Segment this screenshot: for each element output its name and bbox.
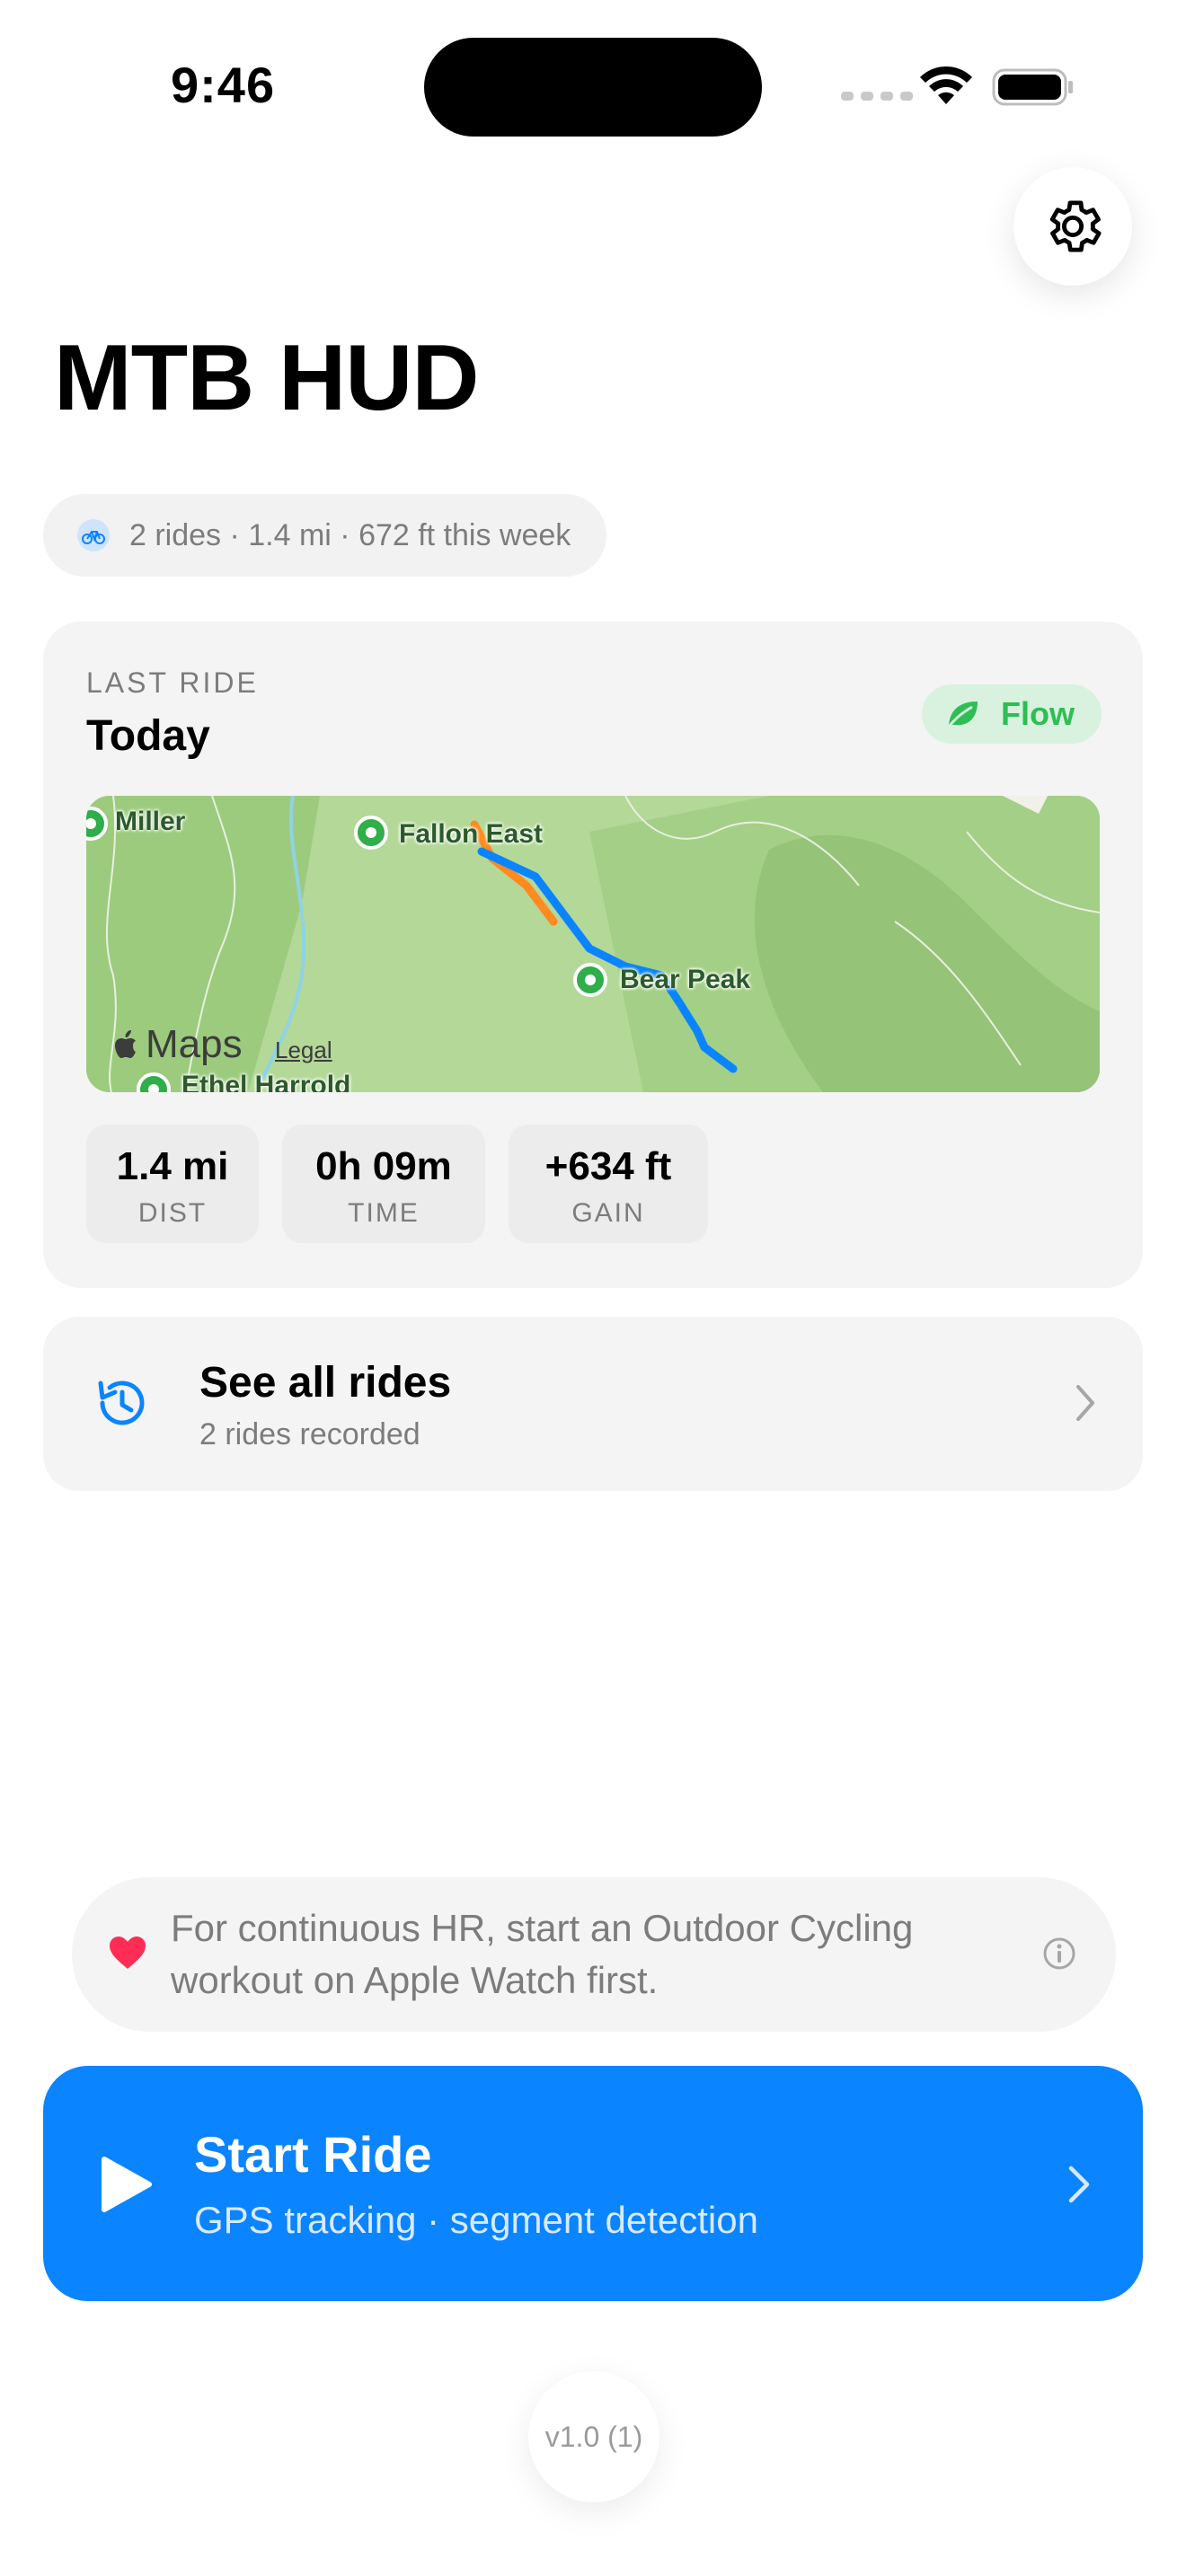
stat-time: 0h 09m TIME (282, 1125, 485, 1243)
play-icon (102, 2157, 152, 2212)
see-all-rides-subtitle: 2 rides recorded (199, 1417, 420, 1451)
hr-tip-text: For continuous HR, start an Outdoor Cycl… (171, 1907, 914, 2001)
ride-map[interactable]: Miller Fallon East Bear Peak Ethel Harro… (86, 796, 1100, 1092)
page-title: MTB HUD (54, 326, 479, 430)
map-place-fallon-east: Fallon East (399, 819, 544, 849)
version-badge: v1.0 (1) (528, 2371, 659, 2502)
leaf-icon (947, 701, 978, 728)
heart-icon (110, 1936, 146, 1969)
weekly-summary-pill: 2 rides · 1.4 mi · 672 ft this week (43, 494, 607, 577)
battery-icon (992, 68, 1073, 106)
see-all-rides-title: See all rides (199, 1359, 452, 1407)
map-pin[interactable] (573, 963, 607, 997)
weekly-summary-text: 2 rides · 1.4 mi · 672 ft this week (129, 517, 571, 552)
status-time: 9:46 (171, 57, 276, 113)
stat-label: DIST (137, 1198, 208, 1228)
dynamic-island (424, 38, 762, 137)
stat-value: +634 ft (544, 1144, 672, 1188)
map-place-ethel-harrold: Ethel Harrold (181, 1071, 351, 1092)
stat-gain: +634 ft GAIN (509, 1125, 708, 1243)
chevron-right-icon (1068, 2166, 1090, 2203)
last-ride-date: Today (86, 712, 210, 760)
info-icon[interactable] (1042, 1936, 1076, 1971)
stat-distance: 1.4 mi DIST (86, 1125, 259, 1243)
map-legal-link[interactable]: Legal (275, 1037, 332, 1064)
bicycle-icon (77, 519, 110, 551)
history-icon (98, 1381, 145, 1425)
start-ride-title: Start Ride (194, 2126, 432, 2183)
map-pin[interactable] (354, 816, 388, 850)
last-ride-label: LAST RIDE (86, 666, 259, 699)
apple-logo-icon (115, 1030, 136, 1058)
stat-value: 1.4 mi (116, 1144, 229, 1188)
settings-button[interactable] (1013, 167, 1132, 286)
maps-brand-text: Maps (146, 1022, 243, 1066)
flow-badge: Flow (922, 684, 1102, 744)
start-ride-button[interactable] (43, 2066, 1143, 2301)
stat-label: TIME (348, 1198, 420, 1228)
gear-icon (1049, 200, 1102, 252)
chevron-right-icon (1076, 1385, 1094, 1421)
cellular-icon (841, 92, 913, 101)
start-ride-subtitle: GPS tracking · segment detection (194, 2199, 758, 2241)
map-place-bear-peak: Bear Peak (620, 965, 751, 994)
wifi-icon (920, 66, 972, 104)
stat-value: 0h 09m (315, 1144, 452, 1188)
flow-badge-label: Flow (1001, 695, 1075, 732)
stat-label: GAIN (571, 1198, 645, 1228)
maps-logo: Maps (113, 1022, 243, 1067)
map-place-miller: Miller (115, 807, 186, 836)
